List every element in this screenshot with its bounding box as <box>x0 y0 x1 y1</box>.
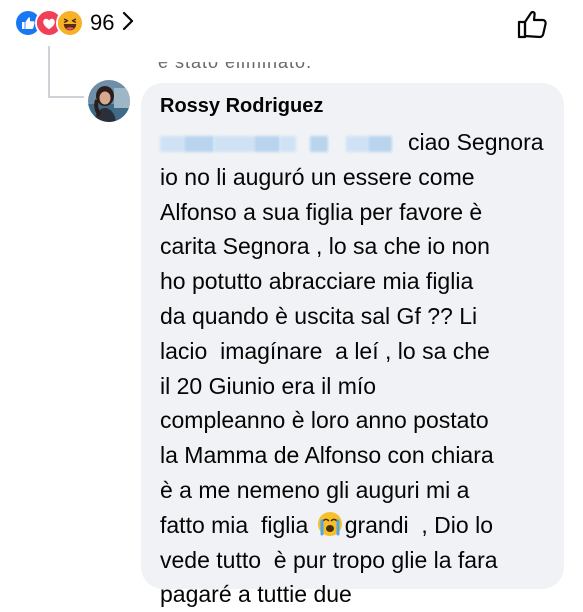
haha-icon <box>56 9 84 37</box>
reaction-summary[interactable]: 96 <box>14 9 134 37</box>
comment-line: vede tutto è pur tropo glie la fara <box>160 546 498 573</box>
comment-line: lacio imagínare a leí , lo sa che <box>160 337 490 364</box>
crying-face-emoji-icon <box>317 511 343 537</box>
comment-line: ho potutto abracciare mia figlia <box>160 268 474 295</box>
comment-line: compleanno è loro anno postato <box>160 407 489 434</box>
comment-text: ciao Segnora io no li auguró un essere c… <box>160 125 560 612</box>
thread-connector <box>48 96 84 98</box>
comment-line: è a me nemeno gli auguri mi a <box>160 476 470 503</box>
comment-line: io no li auguró un essere come <box>160 163 475 190</box>
deleted-comment-notice: è stato eliminato. <box>158 52 313 72</box>
comment-bubble: Rossy Rodriguez ciao Segnora io no li au… <box>141 83 564 607</box>
comment-line: Alfonso a sua figlia per favore è <box>160 198 483 225</box>
comment-author[interactable]: Rossy Rodriguez <box>160 93 550 119</box>
comment-line: fatto mia figlia grandi , Dio lo <box>160 508 560 543</box>
chevron-right-icon[interactable] <box>122 11 134 36</box>
comment-line: da quando è uscita sal Gf ?? Li <box>160 302 478 329</box>
mention-text: ciao Segnora <box>408 129 544 155</box>
comment-line: pagaré a tuttie due <box>160 581 352 608</box>
line-text-before-emoji: fatto mia figlia <box>160 511 309 538</box>
comment-line: il 20 Giunio era il mío <box>160 372 377 399</box>
comment-line: carita Segnora , lo sa che io non <box>160 233 490 260</box>
avatar[interactable] <box>88 80 130 122</box>
like-button[interactable] <box>517 9 549 44</box>
thread-line <box>48 46 50 98</box>
comment-line: la Mamma de Alfonso con chiara <box>160 442 494 469</box>
reaction-count: 96 <box>90 10 115 35</box>
line-text-after-emoji: grandi , Dio lo <box>344 511 493 538</box>
reactions-bar: 96 <box>0 0 583 46</box>
blurred-mention <box>160 133 398 155</box>
comment-line: ciao Segnora <box>160 125 560 160</box>
thumbs-up-icon <box>517 10 547 39</box>
